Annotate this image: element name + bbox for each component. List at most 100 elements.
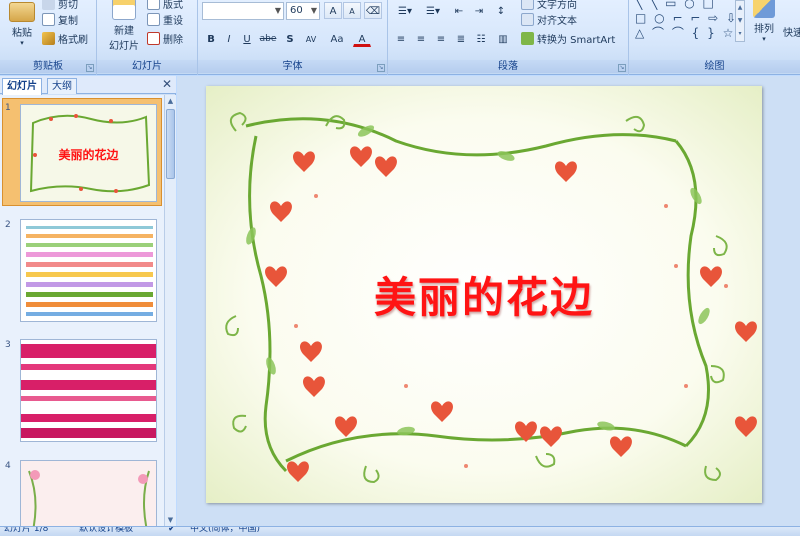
distribute-button[interactable]: ☷ <box>472 30 490 47</box>
font-size-combo[interactable]: 60 ▼ <box>286 2 320 20</box>
font-name-combo[interactable]: ▼ <box>202 2 284 20</box>
align-text-label: 对齐文本 <box>537 15 577 27</box>
delete-button[interactable]: 删除 <box>147 30 183 46</box>
align-text-button[interactable]: 对齐文本 <box>521 11 577 27</box>
clipboard-group-label: 剪贴板 <box>0 60 96 73</box>
slides-panel: 幻灯片 大纲 ✕ 1 美丽的花边 2 3 4 ▲ ▼ <box>0 76 176 526</box>
thumbnail-slide-3[interactable] <box>20 339 157 442</box>
change-case-button[interactable]: Aa <box>326 30 348 47</box>
thumbnail-number: 3 <box>5 340 11 350</box>
layout-label: 版式 <box>163 0 183 11</box>
align-left-button[interactable]: ≡ <box>392 30 410 47</box>
grow-font-button[interactable]: A <box>324 2 342 19</box>
layout-icon <box>147 0 160 10</box>
align-right-button[interactable]: ≡ <box>432 30 450 47</box>
line-spacing-button[interactable]: ↕ <box>492 2 510 19</box>
spell-check-icon[interactable]: ✔ <box>168 527 176 534</box>
format-painter-label: 格式刷 <box>58 34 88 46</box>
strikethrough-button[interactable]: abe <box>256 30 280 47</box>
increase-indent-button[interactable]: ⇥ <box>470 2 488 19</box>
thumb2-pattern-art <box>21 220 156 321</box>
cut-button[interactable]: 剪切 <box>42 0 78 11</box>
current-slide[interactable]: 美丽的花边 <box>206 86 762 503</box>
slide-title[interactable]: 美丽的花边 <box>206 264 762 325</box>
font-color-button[interactable]: A <box>353 30 371 47</box>
bullets-icon: ☰▾ <box>398 6 412 17</box>
char-spacing-label: AV <box>305 35 317 44</box>
thumb1-title: 美丽的花边 <box>58 148 119 162</box>
slides-group-label: 幻灯片 <box>97 60 197 73</box>
thumbnail-number: 4 <box>5 461 11 471</box>
clipboard-launcher-icon[interactable]: ↘ <box>86 64 94 72</box>
thumbnail-slide-2[interactable] <box>20 219 157 322</box>
font-launcher-icon[interactable]: ↘ <box>377 64 385 72</box>
close-panel-icon[interactable]: ✕ <box>162 77 172 91</box>
arrange-dropdown-icon: ▾ <box>762 35 766 43</box>
numbering-button[interactable]: ☰▾ <box>420 2 446 19</box>
thumbnail-slide-4[interactable] <box>20 460 157 526</box>
new-slide-button[interactable]: 新建 幻灯片 <box>103 0 145 52</box>
tab-outline[interactable]: 大纲 <box>47 78 77 94</box>
status-language: 中文(简体，中国) <box>190 526 261 534</box>
text-direction-button[interactable]: 文字方向 <box>521 0 577 11</box>
bold-button[interactable]: B <box>202 30 220 47</box>
decrease-indent-icon: ⇤ <box>454 6 464 17</box>
format-painter-button[interactable]: 格式刷 <box>42 30 88 46</box>
status-slide-count: 幻灯片 1/8 <box>4 526 49 534</box>
underline-button[interactable]: U <box>238 30 256 47</box>
thumbnail-slide-1[interactable]: 美丽的花边 <box>20 104 157 202</box>
shadow-button[interactable]: S <box>281 30 299 47</box>
columns-button[interactable]: ▥ <box>494 30 512 47</box>
scrollbar-thumb[interactable] <box>166 109 175 179</box>
drawing-group-label: 绘图 <box>629 60 800 73</box>
columns-icon: ▥ <box>498 34 508 45</box>
strikethrough-label: abe <box>259 34 277 44</box>
underline-label: U <box>243 34 251 45</box>
delete-icon <box>147 31 160 45</box>
delete-label: 删除 <box>163 34 183 46</box>
tab-slides[interactable]: 幻灯片 <box>2 78 42 95</box>
scroll-down-icon[interactable]: ▼ <box>165 514 176 526</box>
align-center-button[interactable]: ≡ <box>412 30 430 47</box>
copy-icon <box>42 12 55 26</box>
decrease-indent-button[interactable]: ⇤ <box>450 2 468 19</box>
quick-styles-button[interactable]: 快速 <box>783 24 800 39</box>
justify-button[interactable]: ≣ <box>452 30 470 47</box>
thumb3-pattern-art <box>21 340 156 441</box>
shapes-gallery[interactable]: ╲ ╲ ▭ ○ □ □ ○ ⌐ ⌐ ⇨ ⇩ △ ⌒ ⌒ { } ☆ <box>635 0 745 42</box>
thumbnail-scrollbar[interactable]: ▲ ▼ <box>164 95 176 526</box>
clear-format-icon: ⌫ <box>365 6 381 17</box>
font-group: ▼ 60 ▼ A A ⌫ B I U abe S AV Aa A 字体 ↘ <box>198 0 388 75</box>
paste-icon <box>9 2 35 22</box>
thumbnail-list[interactable]: 1 美丽的花边 2 3 4 <box>0 95 164 526</box>
tab-outline-label: 大纲 <box>52 81 72 92</box>
align-left-icon: ≡ <box>396 34 406 45</box>
paragraph-launcher-icon[interactable]: ↘ <box>618 64 626 72</box>
arrange-label: 排列 <box>754 24 774 35</box>
convert-smartart-button[interactable]: 转换为 SmartArt <box>521 30 615 46</box>
bold-label: B <box>207 34 215 45</box>
shrink-font-label: A <box>349 7 355 16</box>
arrange-button[interactable]: 排列 ▾ <box>749 0 779 43</box>
reset-icon <box>147 12 160 26</box>
font-size-dropdown-icon[interactable]: ▼ <box>311 3 317 19</box>
reset-label: 重设 <box>163 15 183 27</box>
panel-tabs: 幻灯片 大纲 ✕ <box>0 76 176 95</box>
shadow-label: S <box>286 34 294 45</box>
italic-button[interactable]: I <box>220 30 238 47</box>
smartart-icon <box>521 31 534 45</box>
scroll-up-icon[interactable]: ▲ <box>165 95 176 107</box>
shapes-scroll-icon[interactable]: ▲ ▼ ▾ <box>735 0 745 42</box>
font-name-dropdown-icon[interactable]: ▼ <box>275 3 281 19</box>
shrink-font-button[interactable]: A <box>343 2 361 19</box>
char-spacing-button[interactable]: AV <box>299 30 323 47</box>
reset-button[interactable]: 重设 <box>147 11 183 27</box>
paste-button[interactable]: 粘贴 ▾ <box>6 2 38 47</box>
status-theme: "默认设计模板" <box>75 526 138 534</box>
tab-slides-label: 幻灯片 <box>7 81 37 92</box>
copy-button[interactable]: 复制 <box>42 11 78 27</box>
clear-format-button[interactable]: ⌫ <box>364 2 382 19</box>
increase-indent-icon: ⇥ <box>474 6 484 17</box>
bullets-button[interactable]: ☰▾ <box>392 2 418 19</box>
layout-button[interactable]: 版式 <box>147 0 183 11</box>
